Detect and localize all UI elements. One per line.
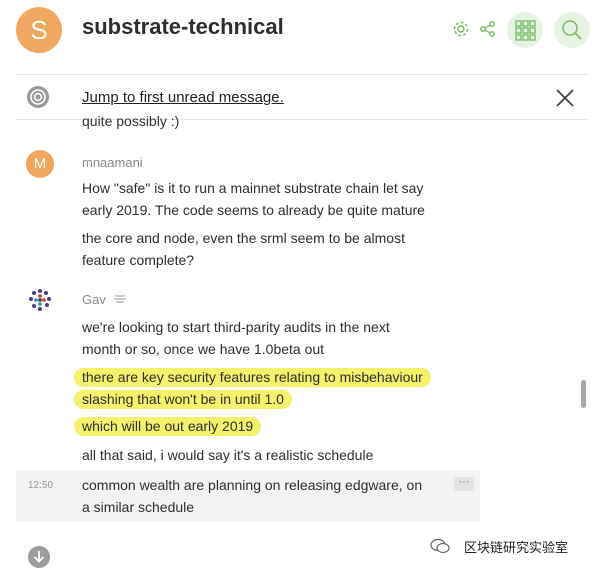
apps-button[interactable] [507,12,543,48]
jump-to-unread-link[interactable]: Jump to first unread message. [82,89,284,106]
message-line: the core and node, even the srml seem to… [82,230,405,246]
message-options-button[interactable]: ··· [454,477,474,491]
avatar[interactable]: M [26,150,54,178]
grid-icon [515,20,536,41]
message-line: early 2019. The code seems to already be… [82,202,425,218]
timeline-scrollbar[interactable] [581,380,586,408]
message-line-highlighted: which will be out early 2019 [74,415,262,437]
message-line-highlighted: slashing that won't be in until 1.0 [74,388,292,410]
message-line: common wealth are planning on releasing … [82,477,423,493]
message-line: month or so, once we have 1.0beta out [82,341,325,357]
message-line: we're looking to start third-parity audi… [82,319,390,335]
previous-message-fragment: quite possibly :) [82,113,180,129]
message-line: all that said, i would say it's a realis… [82,447,374,463]
message-timestamp[interactable]: 12:50 [28,480,53,491]
share-icon[interactable] [479,20,497,38]
message-line: feature complete? [82,252,195,268]
sender-name[interactable]: mnaamani [82,155,143,170]
watermark-text: 区块链研究实验室 [464,541,569,556]
badge-icon [114,295,126,303]
search-icon [562,20,582,40]
message-line: a similar schedule [82,499,195,515]
sender-name[interactable]: Gav [82,292,106,307]
room-title: substrate-technical [82,14,284,39]
room-header: S substrate-technical [0,0,600,62]
jump-to-bottom-icon[interactable] [28,546,50,568]
message-line-highlighted: there are key security features relating… [74,366,431,388]
message-line: How "safe" is it to run a mainnet substr… [82,180,424,196]
wechat-icon [430,538,450,554]
close-icon[interactable] [554,87,576,109]
avatar[interactable] [26,286,54,314]
search-button[interactable] [554,12,590,48]
watermark: 区块链研究实验室 [430,536,600,556]
jump-to-unread-icon[interactable] [26,85,50,109]
settings-icon[interactable] [452,20,470,38]
room-avatar[interactable]: S [16,7,62,53]
